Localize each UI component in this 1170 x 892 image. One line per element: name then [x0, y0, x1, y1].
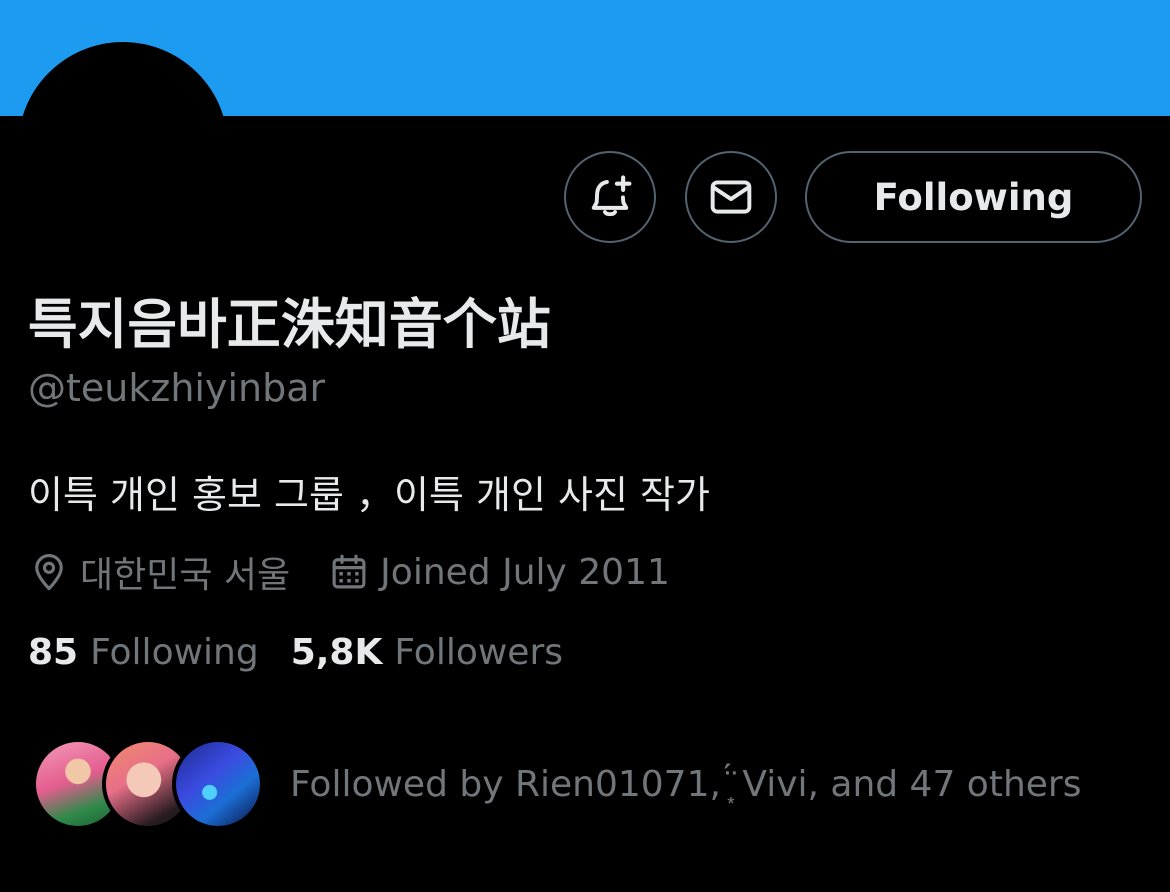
profile-stats: 85 Following 5,8K Followers	[28, 632, 563, 673]
following-count: 85	[28, 632, 79, 673]
location-pin-icon	[35, 553, 63, 591]
followers-label: Followers	[394, 632, 564, 673]
bell-plus-icon	[591, 175, 632, 217]
following-button[interactable]: Following	[805, 151, 1142, 243]
location-text: 대한민국 서울	[80, 555, 291, 596]
envelope-icon	[710, 180, 752, 214]
location-item: 대한민국 서울	[28, 546, 290, 598]
follower-avatar	[172, 738, 264, 830]
following-label: Following	[90, 632, 259, 673]
calendar-icon	[332, 554, 366, 589]
followers-stat-link[interactable]: 5,8K Followers	[291, 632, 563, 673]
following-stat-link[interactable]: 85 Following	[28, 632, 259, 673]
profile-bio: 이특 개인 홍보 그룹 ，이특 개인 사진 작가	[28, 473, 710, 517]
profile-meta: 대한민국 서울 Joined July 2011	[28, 548, 670, 596]
profile-avatar[interactable]	[18, 42, 228, 252]
notifications-button[interactable]	[564, 151, 656, 243]
joined-text: Joined July 2011	[380, 551, 670, 593]
profile-handle: @teukzhiyinbar	[28, 366, 326, 410]
joined-item: Joined July 2011	[328, 551, 670, 593]
followed-by-row[interactable]: Followed by Rien01071, ͙̈́ Vivi, and 47 …	[32, 738, 1081, 830]
message-button[interactable]	[685, 151, 777, 243]
profile-name: 특지음바正洙知音个站	[28, 293, 551, 356]
followers-count: 5,8K	[290, 632, 383, 673]
followed-by-text: Followed by Rien01071, ͙̈́ Vivi, and 47 …	[290, 764, 1082, 805]
